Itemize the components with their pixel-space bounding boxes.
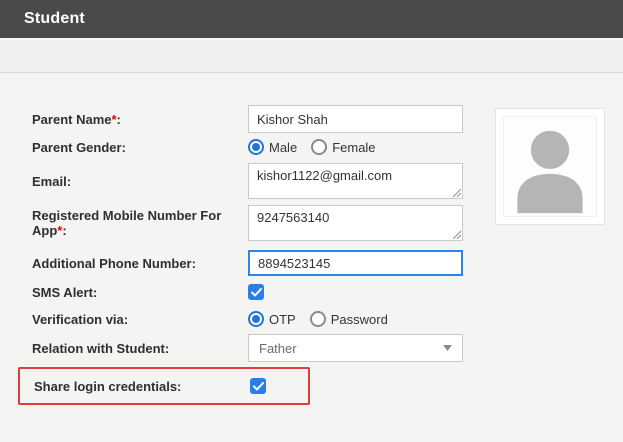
profile-photo-placeholder xyxy=(495,108,605,225)
parent-name-input[interactable] xyxy=(248,105,463,133)
toolbar-strip xyxy=(0,38,623,73)
gender-female-option[interactable]: Female xyxy=(311,139,375,155)
verification-otp-label: OTP xyxy=(269,312,296,327)
radio-unselected-icon[interactable] xyxy=(310,311,326,327)
verification-otp-option[interactable]: OTP xyxy=(248,311,296,327)
gender-male-option[interactable]: Male xyxy=(248,139,297,155)
sms-alert-label: SMS Alert: xyxy=(32,285,248,300)
registered-mobile-label: Registered Mobile Number For App*: xyxy=(32,208,248,238)
person-icon xyxy=(504,117,596,216)
share-credentials-label: Share login credentials: xyxy=(34,379,250,394)
relation-selected-value: Father xyxy=(259,341,297,356)
verification-password-option[interactable]: Password xyxy=(310,311,388,327)
form-row-relation: Relation with Student: Father xyxy=(0,334,623,362)
radio-unselected-icon[interactable] xyxy=(311,139,327,155)
email-field[interactable]: kishor1122@gmail.com xyxy=(248,163,463,199)
form-row-verification: Verification via: OTP Password xyxy=(0,311,623,327)
sms-alert-checkbox[interactable] xyxy=(248,284,264,300)
student-form-screen: Student Parent Name*: Parent Gender: Mal… xyxy=(0,0,623,442)
check-icon xyxy=(251,288,262,297)
registered-mobile-field[interactable]: 9247563140 xyxy=(248,205,463,241)
share-credentials-checkbox[interactable] xyxy=(250,378,266,394)
share-credentials-highlight-box: Share login credentials: xyxy=(18,367,310,405)
form-area: Parent Name*: Parent Gender: Male Female xyxy=(0,73,623,442)
gender-male-label: Male xyxy=(269,140,297,155)
check-icon xyxy=(253,382,264,391)
parent-gender-label: Parent Gender: xyxy=(32,140,248,155)
form-row-additional-phone: Additional Phone Number: xyxy=(0,250,623,276)
radio-selected-icon[interactable] xyxy=(248,139,264,155)
additional-phone-input[interactable] xyxy=(248,250,463,276)
relation-label: Relation with Student: xyxy=(32,341,248,356)
verification-password-label: Password xyxy=(331,312,388,327)
radio-selected-icon[interactable] xyxy=(248,311,264,327)
gender-female-label: Female xyxy=(332,140,375,155)
form-row-sms-alert: SMS Alert: xyxy=(0,284,623,300)
relation-select[interactable]: Father xyxy=(248,334,463,362)
parent-name-label: Parent Name*: xyxy=(32,112,248,127)
additional-phone-label: Additional Phone Number: xyxy=(32,256,248,271)
verification-label: Verification via: xyxy=(32,312,248,327)
page-header: Student xyxy=(0,0,623,38)
email-label: Email: xyxy=(32,174,248,189)
page-title: Student xyxy=(24,10,85,28)
dropdown-arrow-icon xyxy=(443,345,452,351)
